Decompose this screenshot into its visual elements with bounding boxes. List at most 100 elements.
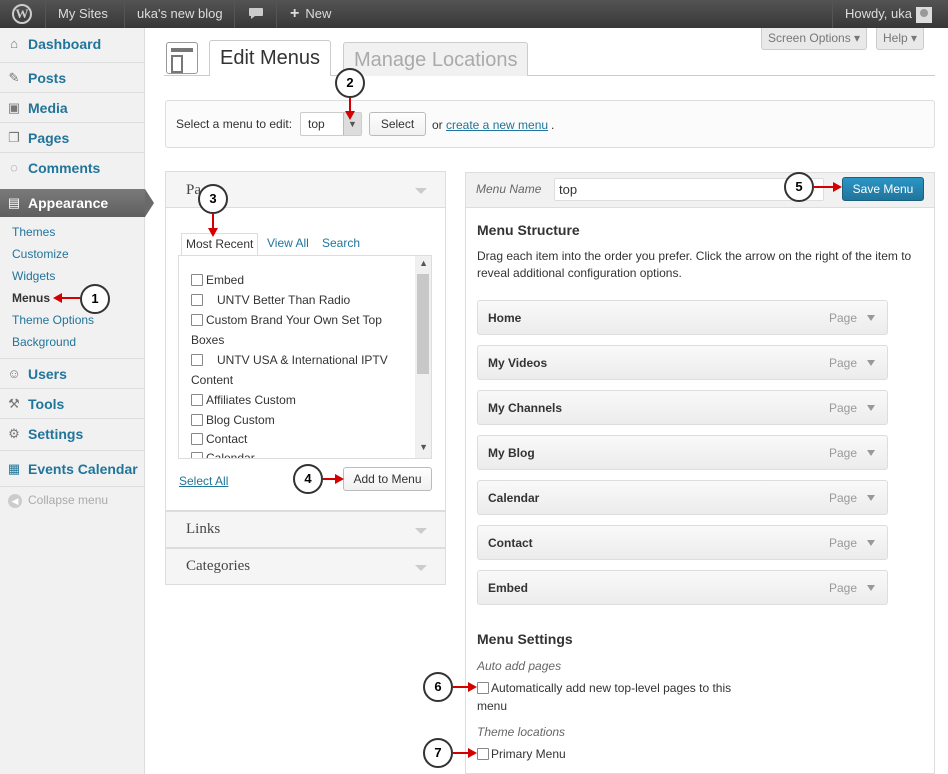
checkbox[interactable] bbox=[191, 433, 203, 445]
save-menu-button[interactable]: Save Menu bbox=[842, 177, 924, 201]
sidebar-item-dashboard[interactable]: ⌂ Dashboard bbox=[0, 30, 145, 58]
menu-item[interactable]: My Blog Page bbox=[477, 435, 888, 470]
sidebar-item-appearance[interactable]: ▤ Appearance bbox=[0, 189, 154, 217]
help-button[interactable]: Help ▾ bbox=[876, 28, 925, 50]
toggle-arrow-icon[interactable] bbox=[415, 528, 427, 534]
list-item[interactable]: Custom Brand Your Own Set Top bbox=[191, 310, 382, 330]
scroll-down-icon[interactable]: ▼ bbox=[419, 442, 428, 452]
submenu-background[interactable]: Background bbox=[12, 332, 76, 352]
sidebar-item-label: Media bbox=[28, 100, 68, 116]
item-continuation: Boxes bbox=[191, 333, 225, 347]
menus-page-icon bbox=[166, 42, 198, 74]
primary-menu-text: Primary Menu bbox=[491, 747, 566, 761]
or-text: or bbox=[432, 118, 443, 132]
sidebar-item-media[interactable]: ▣ Media bbox=[0, 94, 145, 122]
menu-item[interactable]: Contact Page bbox=[477, 525, 888, 560]
chevron-down-icon[interactable] bbox=[867, 450, 875, 456]
submenu-customize[interactable]: Customize bbox=[12, 244, 69, 264]
list-item[interactable]: UNTV Better Than Radio bbox=[191, 290, 350, 310]
comments-icon[interactable] bbox=[238, 0, 274, 28]
theme-locations-label: Theme locations bbox=[477, 725, 566, 739]
select-button[interactable]: Select bbox=[369, 112, 426, 136]
primary-menu-checkbox[interactable] bbox=[477, 748, 489, 760]
submenu-themes[interactable]: Themes bbox=[12, 222, 55, 242]
chevron-down-icon[interactable] bbox=[867, 495, 875, 501]
categories-title[interactable]: Categories bbox=[186, 558, 250, 575]
list-item[interactable]: Embed bbox=[191, 270, 244, 290]
speech-bubble-icon bbox=[249, 8, 263, 19]
callout-arrow bbox=[62, 297, 80, 299]
checkbox[interactable] bbox=[191, 314, 203, 326]
menu-item-type: Page bbox=[828, 401, 857, 415]
menu-settings-title: Menu Settings bbox=[477, 631, 573, 647]
scroll-up-icon[interactable]: ▲ bbox=[419, 258, 428, 268]
links-title[interactable]: Links bbox=[186, 521, 220, 538]
scrollbar[interactable]: ▲ ▼ bbox=[415, 256, 431, 458]
menu-item[interactable]: My Videos Page bbox=[477, 345, 888, 380]
menu-item[interactable]: Calendar Page bbox=[477, 480, 888, 515]
pages-icon: ❐ bbox=[8, 130, 20, 145]
callout-arrow bbox=[453, 686, 469, 688]
menu-item[interactable]: Home Page bbox=[477, 300, 888, 335]
list-item[interactable]: Blog Custom bbox=[191, 410, 275, 430]
sidebar-item-posts[interactable]: ✎ Posts bbox=[0, 64, 145, 92]
sidebar-item-pages[interactable]: ❐ Pages bbox=[0, 124, 145, 152]
submenu-menus[interactable]: Menus bbox=[12, 288, 50, 308]
auto-add-checkbox[interactable] bbox=[477, 682, 489, 694]
new-content-link[interactable]: + New bbox=[280, 0, 341, 28]
item-label: Embed bbox=[206, 273, 245, 287]
checkbox[interactable] bbox=[191, 394, 203, 406]
chevron-down-icon[interactable] bbox=[867, 585, 875, 591]
links-metabox[interactable]: Links bbox=[165, 511, 446, 548]
sidebar-item-comments[interactable]: ◌ Comments bbox=[0, 154, 145, 182]
list-item[interactable]: Calendar bbox=[191, 448, 255, 458]
categories-metabox[interactable]: Categories bbox=[165, 548, 446, 585]
checkbox[interactable] bbox=[191, 354, 203, 366]
create-new-menu-link[interactable]: create a new menu bbox=[446, 118, 548, 132]
auto-add-setting[interactable]: Automatically add new top-level pages to… bbox=[477, 679, 731, 715]
tab-search[interactable]: Search bbox=[318, 233, 364, 255]
chevron-down-icon[interactable] bbox=[867, 315, 875, 321]
submenu-widgets[interactable]: Widgets bbox=[12, 266, 55, 286]
tab-view-all[interactable]: View All bbox=[263, 233, 313, 255]
checkbox[interactable] bbox=[191, 294, 203, 306]
select-menu-label: Select a menu to edit: bbox=[176, 117, 293, 131]
primary-menu-setting[interactable]: Primary Menu bbox=[477, 745, 566, 763]
screen-options-button[interactable]: Screen Options ▾ bbox=[761, 28, 868, 50]
my-account-menu[interactable]: Howdy, uka bbox=[835, 0, 942, 28]
list-item[interactable]: Affiliates Custom bbox=[191, 390, 296, 410]
submenu-theme-options[interactable]: Theme Options bbox=[12, 310, 94, 330]
collapse-arrow-icon: ◀ bbox=[8, 494, 22, 508]
toggle-arrow-icon[interactable] bbox=[415, 188, 427, 194]
sidebar-item-settings[interactable]: ⚙ Settings bbox=[0, 420, 145, 448]
list-item[interactable]: Contact bbox=[191, 429, 247, 449]
sidebar-item-events-calendar[interactable]: ▦ Events Calendar bbox=[0, 455, 145, 483]
select-all-link[interactable]: Select All bbox=[179, 474, 228, 488]
sidebar-item-users[interactable]: ☺ Users bbox=[0, 360, 145, 388]
chevron-down-icon[interactable] bbox=[867, 405, 875, 411]
tab-edit-menus[interactable]: Edit Menus bbox=[209, 40, 332, 76]
calendar-icon: ▦ bbox=[7, 461, 21, 476]
chevron-down-icon[interactable] bbox=[867, 360, 875, 366]
tab-most-recent[interactable]: Most Recent bbox=[181, 233, 259, 255]
auto-add-pages-label: Auto add pages bbox=[477, 659, 562, 673]
sidebar-item-label: Appearance bbox=[28, 195, 109, 211]
list-item[interactable]: UNTV USA & International IPTV bbox=[191, 350, 388, 370]
checkbox[interactable] bbox=[191, 414, 203, 426]
add-to-menu-button[interactable]: Add to Menu bbox=[343, 467, 432, 491]
my-sites-link[interactable]: My Sites bbox=[48, 0, 118, 28]
menu-item[interactable]: My Channels Page bbox=[477, 390, 888, 425]
toggle-arrow-icon[interactable] bbox=[415, 565, 427, 571]
chevron-down-icon[interactable] bbox=[867, 540, 875, 546]
checkbox[interactable] bbox=[191, 452, 203, 458]
wordpress-logo-icon[interactable]: W bbox=[4, 0, 40, 28]
checkbox[interactable] bbox=[191, 274, 203, 286]
sidebar-item-label: Events Calendar bbox=[28, 461, 138, 477]
menu-item[interactable]: Embed Page bbox=[477, 570, 888, 605]
scrollbar-thumb[interactable] bbox=[417, 274, 429, 374]
site-name-link[interactable]: uka's new blog bbox=[127, 0, 233, 28]
collapse-menu-button[interactable]: ◀ Collapse menu bbox=[8, 493, 108, 508]
sidebar-item-tools[interactable]: ⚒ Tools bbox=[0, 390, 145, 418]
tab-manage-locations[interactable]: Manage Locations bbox=[343, 42, 529, 76]
sidebar-item-label: Comments bbox=[28, 160, 101, 176]
